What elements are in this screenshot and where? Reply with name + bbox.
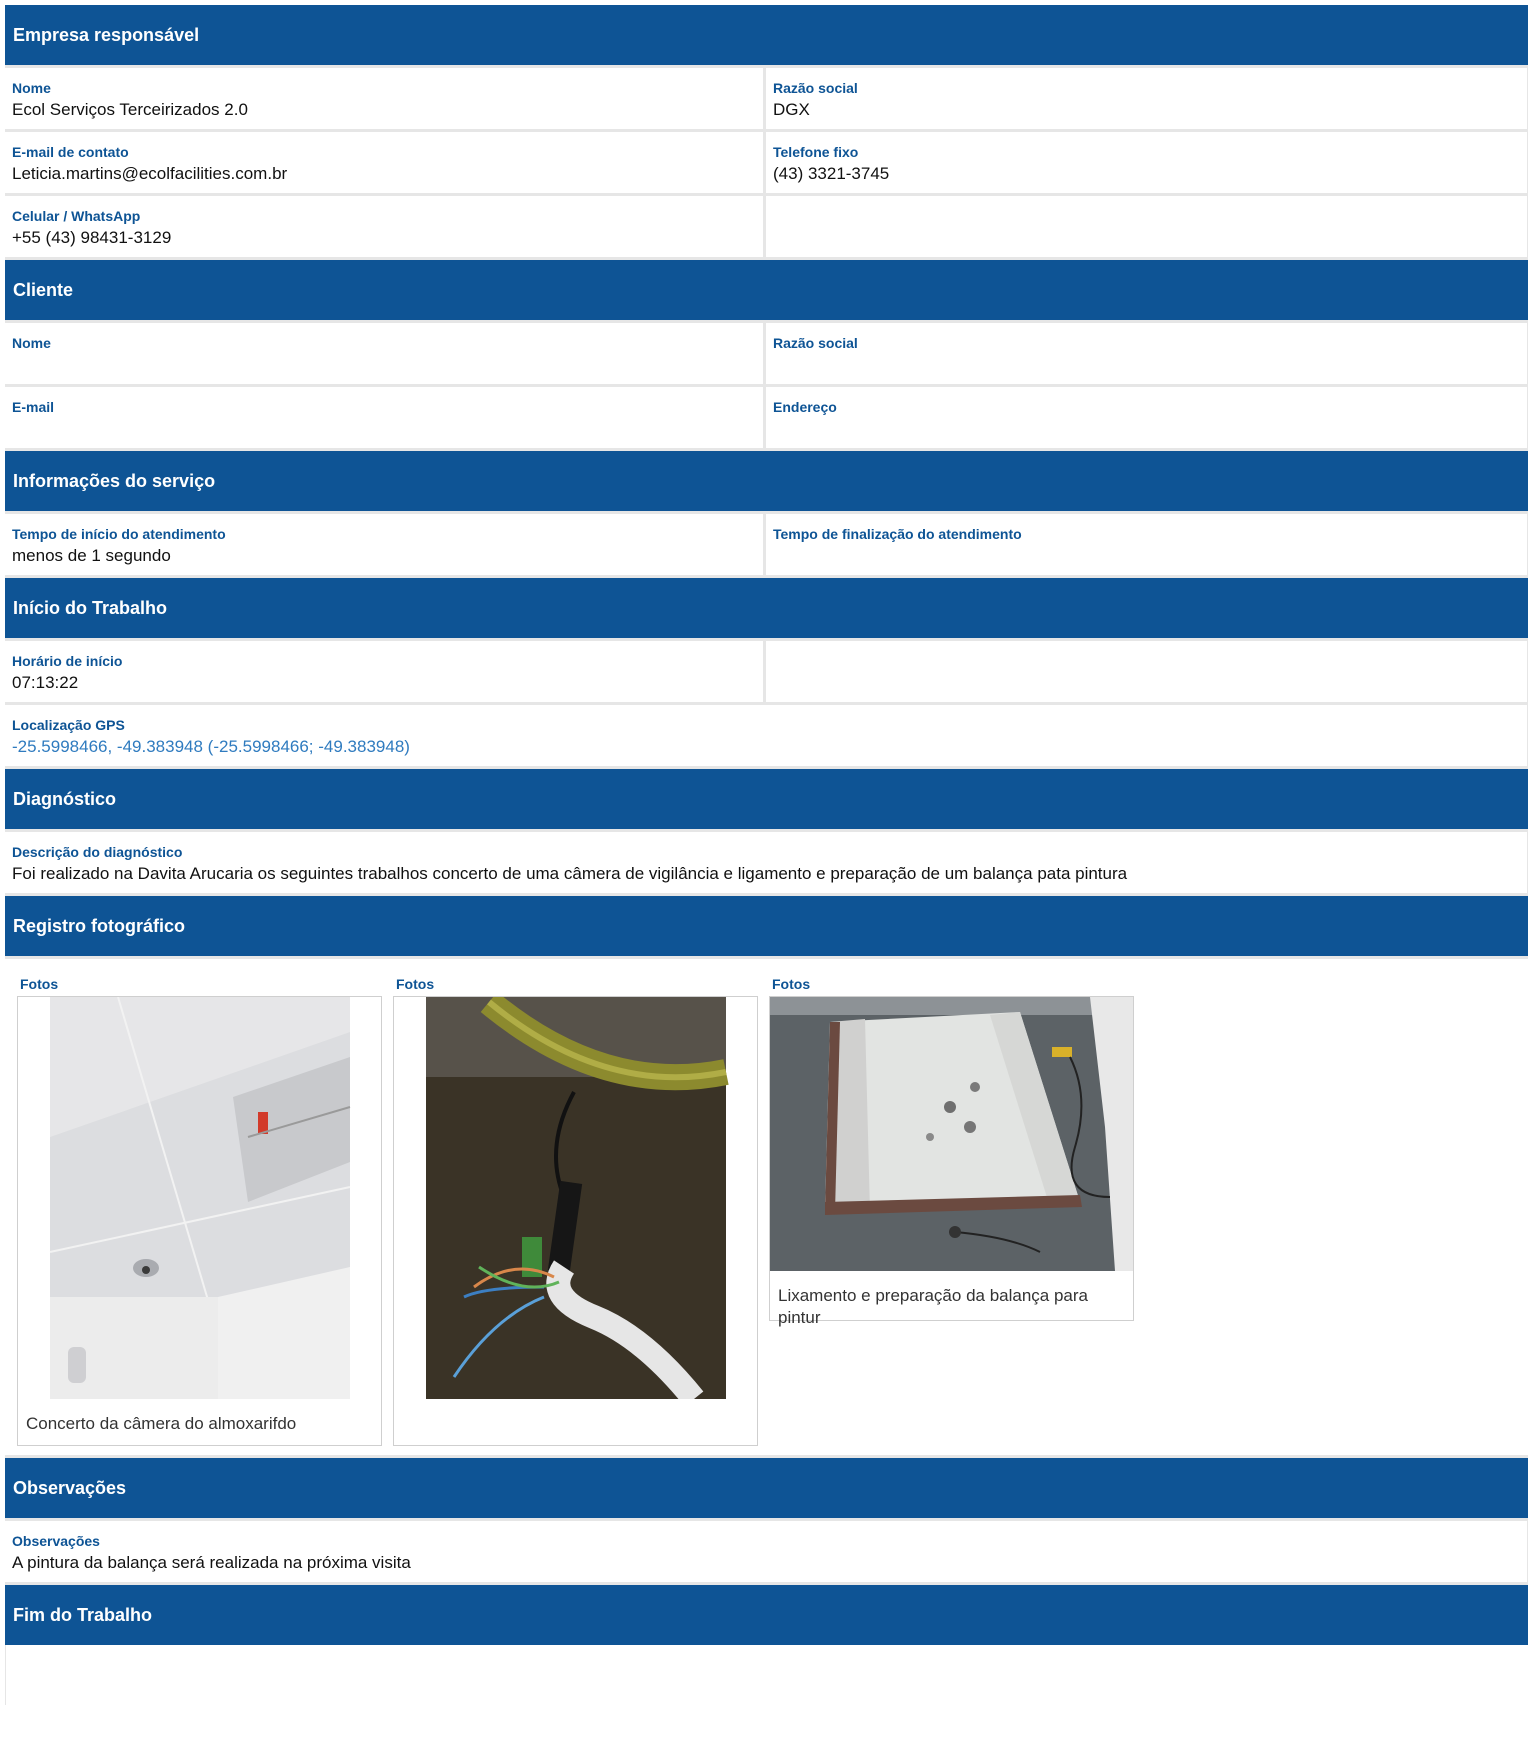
field-empresa-razao-social: Razão social DGX [766,68,1527,129]
field-cliente-nome: Nome [5,323,763,384]
section-body-observacoes: Observações A pintura da balança será re… [5,1518,1528,1585]
section-body-servico: Tempo de início do atendimento menos de … [5,511,1528,578]
field-tempo-inicio: Tempo de início do atendimento menos de … [5,514,763,575]
field-cliente-endereco: Endereço [766,387,1527,448]
photo-label: Fotos [20,976,59,992]
field-label: E-mail de contato [12,144,129,160]
photo-gallery: Fotos Concerto da câmera do almoxarifdo … [5,959,1528,1455]
empty-cell [766,641,1527,702]
report-page: Empresa responsável Nome Ecol Serviços T… [5,5,1528,1705]
field-value: 07:13:22 [12,673,79,692]
section-body-inicio-trabalho: Horário de início 07:13:22 Localização G… [5,638,1528,769]
field-label: Localização GPS [12,717,125,733]
section-body-cliente: Nome Razão social E-mail Endereço [5,320,1528,451]
field-label: Tempo de finalização do atendimento [773,526,1022,542]
section-body-registro: Fotos Concerto da câmera do almoxarifdo … [5,956,1528,1458]
section-header-diagnostico: Diagnóstico [5,769,1528,829]
photo-camera-ceiling [18,997,381,1399]
photo-scale-sanding [770,997,1133,1271]
photo-caption: Concerto da câmera do almoxarifdo [26,1414,297,1433]
field-label: Endereço [773,399,837,415]
field-value: +55 (43) 98431-3129 [12,228,172,247]
field-empresa-email: E-mail de contato Leticia.martins@ecolfa… [5,132,763,193]
photo-cable-connector [394,997,757,1399]
field-label: Observações [12,1533,100,1549]
field-value: (43) 3321-3745 [773,164,890,183]
field-label: Celular / WhatsApp [12,208,141,224]
section-body-diagnostico: Descrição do diagnóstico Foi realizado n… [5,829,1528,896]
field-value: menos de 1 segundo [12,546,171,565]
photo-caption [394,1399,757,1413]
photo-card[interactable]: Concerto da câmera do almoxarifdo [17,996,382,1446]
section-body-empresa: Nome Ecol Serviços Terceirizados 2.0 Raz… [5,65,1528,260]
section-header-empresa: Empresa responsável [5,5,1528,65]
field-label: Nome [12,335,51,351]
field-cliente-email: E-mail [5,387,763,448]
field-value: Leticia.martins@ecolfacilities.com.br [12,164,288,183]
field-tempo-finalizacao: Tempo de finalização do atendimento [766,514,1527,575]
field-label: Razão social [773,335,858,351]
field-value: Ecol Serviços Terceirizados 2.0 [12,100,248,119]
field-empresa-telefone: Telefone fixo (43) 3321-3745 [766,132,1527,193]
field-value: DGX [773,100,810,119]
field-label: Descrição do diagnóstico [12,844,183,860]
photo-item-3: Fotos Lixamento e preparação da balança … [764,959,1134,1327]
photo-card[interactable]: Lixamento e preparação da balança para p… [769,996,1134,1327]
field-localizacao-gps: Localização GPS -25.5998466, -49.383948 … [5,705,1527,766]
section-header-observacoes: Observações [5,1458,1528,1518]
field-descricao-diagnostico: Descrição do diagnóstico Foi realizado n… [5,832,1527,893]
field-value: A pintura da balança será realizada na p… [12,1553,411,1572]
field-label: Horário de início [12,653,123,669]
section-header-cliente: Cliente [5,260,1528,320]
field-empresa-celular: Celular / WhatsApp +55 (43) 98431-3129 [5,196,763,257]
field-label: E-mail [12,399,55,415]
section-header-registro: Registro fotográfico [5,896,1528,956]
field-cliente-razao-social: Razão social [766,323,1527,384]
section-header-fim-trabalho: Fim do Trabalho [5,1585,1528,1645]
photo-label: Fotos [396,976,435,992]
field-label: Telefone fixo [773,144,859,160]
empty-cell [766,196,1527,257]
field-horario-inicio: Horário de início 07:13:22 [5,641,763,702]
photo-caption: Lixamento e preparação da balança para p… [778,1286,1088,1327]
section-header-servico: Informações do serviço [5,451,1528,511]
photo-label: Fotos [772,976,811,992]
field-label: Tempo de início do atendimento [12,526,226,542]
field-value: Foi realizado na Davita Arucaria os segu… [12,864,1128,883]
gps-link[interactable]: -25.5998466, -49.383948 (-25.5998466; -4… [12,736,1519,758]
section-header-inicio-trabalho: Início do Trabalho [5,578,1528,638]
field-observacoes: Observações A pintura da balança será re… [5,1521,1527,1582]
section-body-fim-trabalho [5,1645,1528,1705]
photo-card[interactable] [393,996,758,1446]
field-empresa-nome: Nome Ecol Serviços Terceirizados 2.0 [5,68,763,129]
field-label: Razão social [773,80,858,96]
photo-item-2: Fotos [388,959,758,1446]
field-label: Nome [12,80,51,96]
photo-item-1: Fotos Concerto da câmera do almoxarifdo [12,959,382,1446]
